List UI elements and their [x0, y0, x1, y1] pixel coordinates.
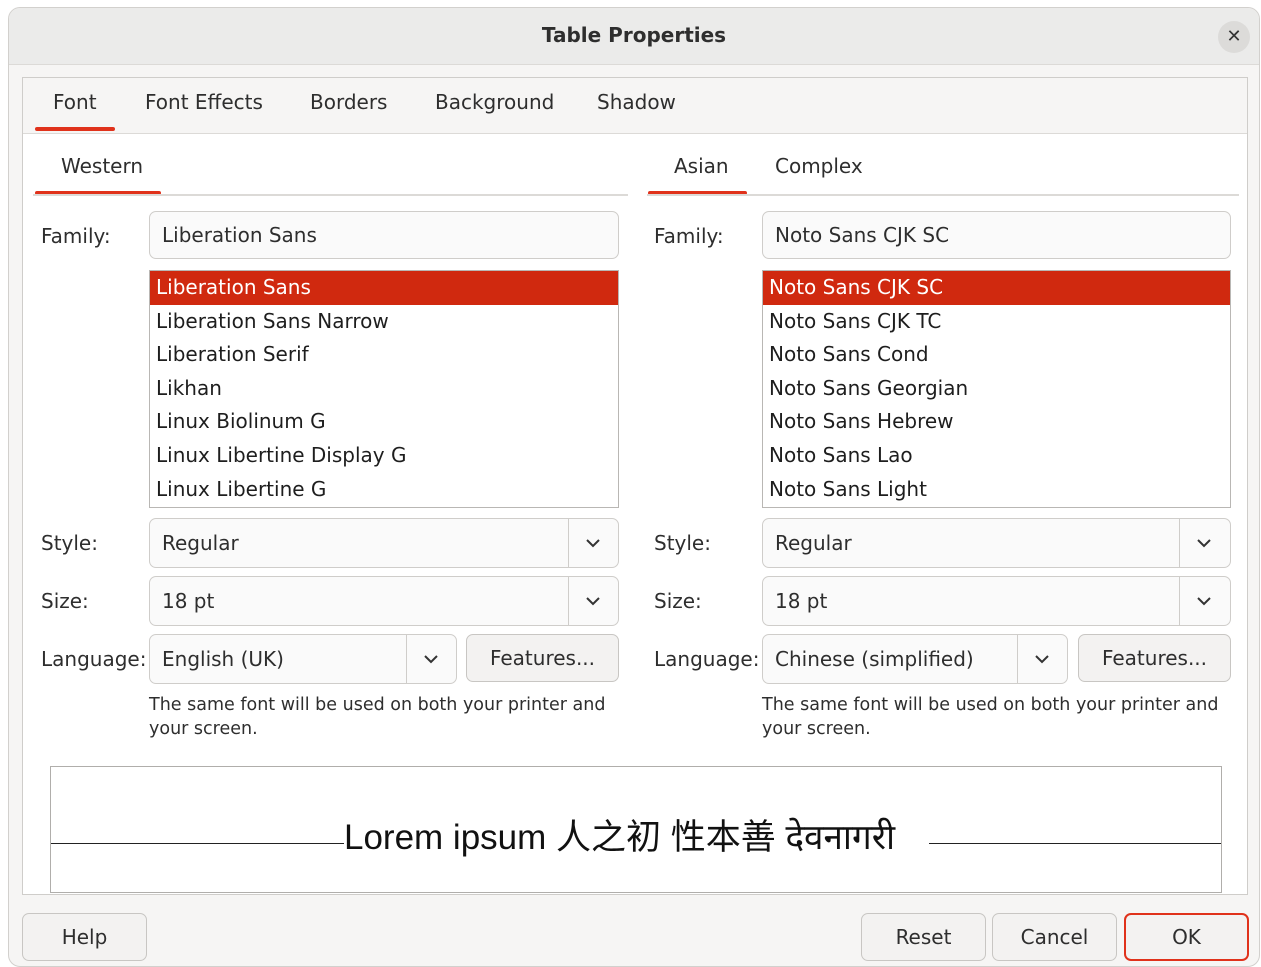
preview-text: Lorem ipsum 人之初 性本善 देवनागरी [344, 818, 896, 857]
asian-style-select[interactable]: Regular [762, 518, 1231, 568]
main-tab-bar: Font Font Effects Borders Background Sha… [23, 78, 1247, 134]
western-language-value: English (UK) [162, 647, 284, 671]
list-item[interactable]: Liberation Sans [150, 271, 618, 305]
cancel-button[interactable]: Cancel [992, 913, 1117, 961]
help-button[interactable]: Help [22, 913, 147, 961]
western-style-select[interactable]: Regular [149, 518, 619, 568]
list-item[interactable]: Noto Sans CJK SC [763, 271, 1230, 305]
list-item[interactable]: Likhan [150, 372, 618, 406]
preview-baseline-right [929, 843, 1221, 844]
close-icon: ✕ [1226, 26, 1242, 47]
asian-language-label: Language: [654, 647, 760, 671]
western-style-label: Style: [41, 531, 98, 555]
asian-family-label: Family: [654, 224, 724, 248]
asian-family-input[interactable]: Noto Sans CJK SC [762, 211, 1231, 259]
asian-style-value: Regular [775, 531, 852, 555]
combo-divider [1017, 635, 1018, 683]
close-button[interactable]: ✕ [1218, 21, 1250, 53]
asian-size-value: 18 pt [775, 589, 828, 613]
western-language-select[interactable]: English (UK) [149, 634, 457, 684]
chevron-down-icon[interactable] [1193, 532, 1215, 554]
list-item[interactable]: Liberation Sans Narrow [150, 305, 618, 339]
dialog-title: Table Properties [541, 23, 727, 47]
list-item[interactable]: Linux Libertine G [150, 473, 618, 507]
asian-font-note: The same font will be used on both your … [762, 695, 1219, 739]
combo-divider [568, 577, 569, 625]
western-font-list[interactable]: Liberation Sans Liberation Sans Narrow L… [149, 270, 619, 508]
combo-divider [1179, 519, 1180, 567]
preview-baseline-left [51, 843, 344, 844]
western-divider [33, 194, 628, 196]
title-bar: Table Properties ✕ [9, 8, 1259, 65]
chevron-down-icon[interactable] [582, 532, 604, 554]
asian-language-select[interactable]: Chinese (simplified) [762, 634, 1068, 684]
list-item[interactable]: Noto Sans Lao [763, 439, 1230, 473]
asian-font-list[interactable]: Noto Sans CJK SC Noto Sans CJK TC Noto S… [762, 270, 1231, 508]
western-features-button[interactable]: Features... [466, 634, 619, 682]
combo-divider [406, 635, 407, 683]
chevron-down-icon[interactable] [582, 590, 604, 612]
font-preview: Lorem ipsum 人之初 性本善 देवनागरी [50, 766, 1222, 893]
asian-features-button[interactable]: Features... [1078, 634, 1231, 682]
western-size-select[interactable]: 18 pt [149, 576, 619, 626]
reset-button[interactable]: Reset [861, 913, 986, 961]
list-item[interactable]: Noto Sans CJK TC [763, 305, 1230, 339]
western-size-value: 18 pt [162, 589, 215, 613]
asian-size-select[interactable]: 18 pt [762, 576, 1231, 626]
list-item[interactable]: Noto Sans Hebrew [763, 405, 1230, 439]
chevron-down-icon[interactable] [420, 648, 442, 670]
chevron-down-icon[interactable] [1031, 648, 1053, 670]
tab-background[interactable]: Background [435, 90, 554, 114]
list-item[interactable]: Noto Sans Light [763, 473, 1230, 507]
western-style-value: Regular [162, 531, 239, 555]
list-item[interactable]: Noto Sans Cond [763, 338, 1230, 372]
tab-borders[interactable]: Borders [310, 90, 387, 114]
western-language-label: Language: [41, 647, 147, 671]
list-item[interactable]: Liberation Serif [150, 338, 618, 372]
list-item[interactable]: Linux Libertine Display G [150, 439, 618, 473]
tab-complex[interactable]: Complex [775, 154, 863, 178]
combo-divider [1179, 577, 1180, 625]
table-properties-dialog: Table Properties ✕ Font Font Effects Bor… [8, 7, 1260, 967]
western-family-label: Family: [41, 224, 111, 248]
combo-divider [568, 519, 569, 567]
western-size-label: Size: [41, 589, 89, 613]
tab-western[interactable]: Western [34, 154, 162, 195]
western-font-note: The same font will be used on both your … [149, 695, 606, 739]
list-item[interactable]: Linux Biolinum G [150, 405, 618, 439]
list-item[interactable]: Noto Sans Georgian [763, 372, 1230, 406]
asian-size-label: Size: [654, 589, 702, 613]
asian-language-value: Chinese (simplified) [775, 647, 974, 671]
ok-button[interactable]: OK [1124, 913, 1249, 961]
asian-divider [647, 194, 1239, 196]
western-family-input[interactable]: Liberation Sans [149, 211, 619, 259]
tab-font-effects[interactable]: Font Effects [145, 90, 263, 114]
asian-style-label: Style: [654, 531, 711, 555]
chevron-down-icon[interactable] [1193, 590, 1215, 612]
tab-shadow[interactable]: Shadow [597, 90, 676, 114]
tab-font[interactable]: Font [35, 90, 114, 131]
tab-asian[interactable]: Asian [648, 154, 747, 195]
